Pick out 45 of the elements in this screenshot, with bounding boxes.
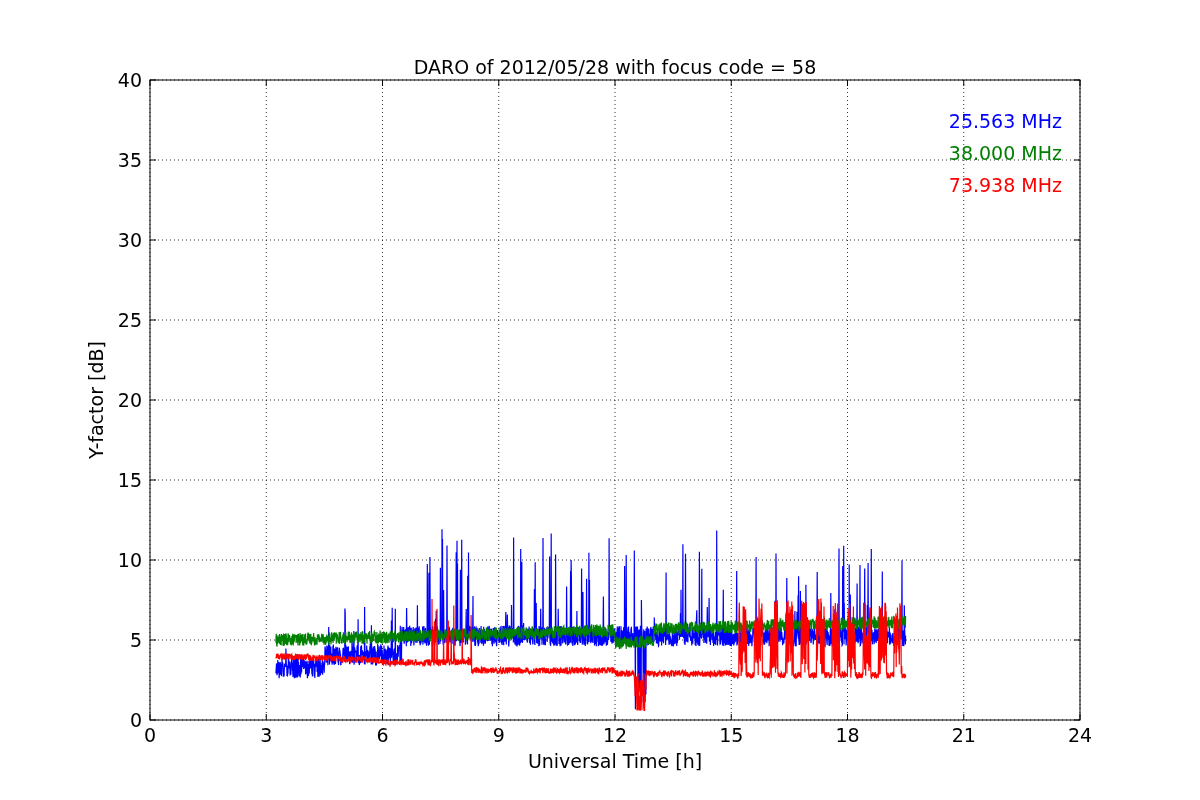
tick-mark [1073, 159, 1081, 161]
axis-label: Universal Time [h] [527, 750, 703, 772]
tick-label: 12 [602, 724, 628, 746]
tick-mark [730, 79, 732, 87]
tick-mark [614, 79, 616, 87]
tick-label: 40 [117, 69, 142, 91]
tick-label: 3 [260, 724, 273, 746]
tick-label: 21 [951, 724, 976, 746]
tick-mark [1073, 239, 1081, 241]
tick-label: 18 [835, 724, 860, 746]
tick-mark [498, 79, 500, 87]
tick-label: 9 [492, 724, 505, 746]
tick-mark [1073, 479, 1081, 481]
tick-mark [265, 79, 267, 87]
legend-label: 73.938 MHz [948, 174, 1062, 196]
tick-label: 24 [1067, 724, 1093, 746]
tick-label: 15 [117, 469, 142, 491]
tick-label: 10 [117, 549, 142, 571]
tick-label: 0 [143, 724, 157, 746]
tick-mark [149, 159, 157, 161]
tick-mark [1073, 559, 1081, 561]
tick-mark [149, 239, 157, 241]
tick-label: 35 [117, 149, 142, 171]
tick-mark [963, 79, 965, 87]
tick-mark [149, 319, 157, 321]
tick-mark [847, 79, 848, 87]
tick-mark [1073, 319, 1081, 321]
tick-mark [1073, 639, 1081, 641]
tick-mark [149, 559, 157, 561]
chart-title: DARO of 2012/05/28 with focus code = 58 [413, 56, 817, 78]
tick-mark [149, 479, 157, 481]
tick-label: 25 [117, 309, 142, 331]
axis-label: Y-factor [dB] [85, 341, 107, 459]
tick-label: 6 [376, 724, 389, 746]
tick-label: 5 [129, 629, 142, 651]
tick-mark [1073, 399, 1081, 401]
legend-label: 38.000 MHz [948, 142, 1062, 164]
tick-mark [149, 639, 157, 641]
tick-label: 0 [129, 709, 142, 731]
tick-label: 20 [117, 389, 142, 411]
tick-label: 30 [117, 229, 142, 251]
tick-mark [149, 399, 157, 401]
tick-label: 15 [719, 724, 744, 746]
legend-label: 25.563 MHz [948, 110, 1062, 132]
tick-mark [382, 79, 383, 87]
